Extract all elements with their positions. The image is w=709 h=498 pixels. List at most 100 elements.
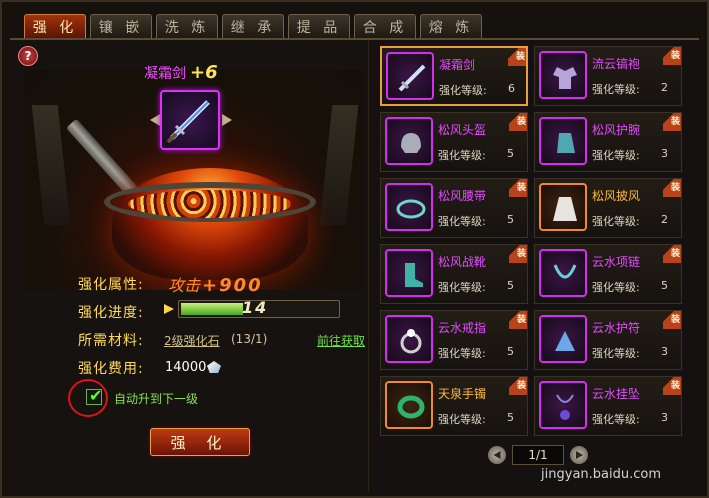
equipment-icon-frame bbox=[385, 381, 433, 429]
item-name: 凝霜剑 bbox=[144, 66, 186, 82]
equipment-name: 松风披风 bbox=[592, 189, 641, 203]
equip-badge-text: 装 bbox=[670, 117, 680, 127]
equipment-level-label: 强化等级: bbox=[438, 149, 486, 162]
equip-badge-text: 装 bbox=[516, 183, 526, 193]
equipment-level: 5 bbox=[507, 213, 514, 226]
equipment-icon-frame bbox=[385, 315, 433, 363]
equipment-level-label: 强化等级: bbox=[592, 347, 640, 360]
equipment-icon-frame bbox=[539, 51, 587, 99]
equip-badge: 装 bbox=[663, 113, 681, 131]
tab-0[interactable]: 强 化 bbox=[24, 14, 86, 38]
cape-icon bbox=[553, 197, 577, 221]
equip-badge-text: 装 bbox=[670, 381, 680, 391]
equipment-name: 天泉手镯 bbox=[438, 387, 487, 401]
pager: 1/1 bbox=[488, 444, 588, 466]
equipment-icon-frame bbox=[539, 183, 587, 231]
page-indicator: 1/1 bbox=[512, 445, 564, 465]
help-icon[interactable]: ? bbox=[18, 46, 38, 66]
equipment-slot[interactable]: 云水挂坠 强化等级: 3 装 bbox=[534, 376, 682, 436]
equipment-name: 云水挂坠 bbox=[592, 387, 641, 401]
equipment-slot[interactable]: 天泉手镯强化等级: 5 装 bbox=[380, 376, 528, 436]
equip-badge-text: 装 bbox=[670, 315, 680, 325]
equipment-level-label: 强化等级: bbox=[438, 413, 486, 426]
auto-upgrade-checkbox[interactable]: ✔ bbox=[86, 386, 102, 405]
equipment-slot[interactable]: 松风腰带强化等级: 5 装 bbox=[380, 178, 528, 238]
boots-icon bbox=[405, 263, 423, 287]
forge-window: 强 化镶 嵌洗 炼继 承提 品合 成熔 炼 ? 凝霜剑 +6 强化属性: 攻击 … bbox=[0, 0, 709, 498]
equip-badge: 装 bbox=[663, 377, 681, 395]
tab-3[interactable]: 继 承 bbox=[222, 14, 284, 38]
next-page-button[interactable] bbox=[570, 446, 588, 464]
equip-badge: 装 bbox=[663, 47, 681, 65]
equipment-name: 松风护腕 bbox=[592, 123, 641, 137]
equipment-slot[interactable]: 云水戒指 强化等级: 5 装 bbox=[380, 310, 528, 370]
attr-label: 强化属性: bbox=[78, 277, 144, 293]
cost-label: 强化费用: bbox=[78, 361, 144, 377]
sword-icon bbox=[398, 64, 426, 92]
equip-badge: 装 bbox=[509, 311, 527, 329]
equip-badge-text: 装 bbox=[516, 249, 526, 259]
tab-6[interactable]: 熔 炼 bbox=[420, 14, 482, 38]
enhance-button[interactable]: 强 化 bbox=[150, 428, 250, 456]
tab-4[interactable]: 提 品 bbox=[288, 14, 350, 38]
item-slot[interactable] bbox=[160, 90, 220, 150]
equipment-slot[interactable]: 云水项链 强化等级: 5 装 bbox=[534, 244, 682, 304]
item-title: 凝霜剑 +6 bbox=[144, 62, 218, 83]
fetch-link[interactable]: 前往获取 bbox=[317, 332, 365, 349]
watermark: jingyan.baidu.com bbox=[541, 467, 661, 482]
equip-badge: 装 bbox=[509, 113, 527, 131]
equipment-icon-frame bbox=[539, 315, 587, 363]
equipment-icon-frame bbox=[539, 249, 587, 297]
equipment-level-label: 强化等级: bbox=[592, 83, 640, 96]
equipment-level-label: 强化等级: bbox=[438, 281, 486, 294]
cost-value: 14000 bbox=[165, 360, 207, 375]
equip-badge: 装 bbox=[508, 48, 526, 66]
equipment-slot[interactable]: 松风披风 强化等级: 2 装 bbox=[534, 178, 682, 238]
equipment-slot[interactable]: 松风战靴强化等级: 5 装 bbox=[380, 244, 528, 304]
equipment-slot[interactable]: 凝霜剑 强化等级: 6 装 bbox=[380, 46, 528, 106]
pillar-right bbox=[319, 105, 359, 225]
material-link[interactable]: 2级强化石 bbox=[164, 332, 220, 349]
equip-badge-text: 装 bbox=[516, 381, 526, 391]
pillar-left bbox=[31, 105, 71, 225]
equipment-level-label: 强化等级: bbox=[438, 215, 486, 228]
burning-coals bbox=[128, 190, 292, 218]
equip-badge-text: 装 bbox=[670, 249, 680, 259]
equipment-name: 云水戒指 bbox=[438, 321, 487, 335]
belt-icon bbox=[396, 199, 426, 219]
equip-badge-text: 装 bbox=[515, 52, 525, 62]
equipment-slot[interactable]: 松风头盔 强化等级: 5 装 bbox=[380, 112, 528, 172]
tab-5[interactable]: 合 成 bbox=[354, 14, 416, 38]
material-label: 所需材料: bbox=[78, 333, 144, 349]
equipment-slot[interactable]: 流云镐袍 强化等级: 2 装 bbox=[534, 46, 682, 106]
equip-badge: 装 bbox=[663, 245, 681, 263]
equip-badge-text: 装 bbox=[670, 51, 680, 61]
equip-badge-text: 装 bbox=[516, 117, 526, 127]
equipment-level: 5 bbox=[507, 279, 514, 292]
equipment-level: 3 bbox=[661, 345, 668, 358]
equipment-level-label: 强化等级: bbox=[592, 281, 640, 294]
equipment-icon-frame bbox=[385, 249, 433, 297]
equipment-level: 5 bbox=[507, 411, 514, 424]
equip-badge: 装 bbox=[509, 245, 527, 263]
bracelet-icon bbox=[397, 395, 425, 419]
equipment-name: 松风战靴 bbox=[438, 255, 487, 269]
equipment-name: 云水护符 bbox=[592, 321, 641, 335]
equip-badge-text: 装 bbox=[670, 183, 680, 193]
progress-fill bbox=[181, 303, 243, 315]
equip-badge: 装 bbox=[663, 311, 681, 329]
prev-page-button[interactable] bbox=[488, 446, 506, 464]
equipment-level: 2 bbox=[661, 213, 668, 226]
equipment-slot[interactable]: 松风护腕 强化等级: 3 装 bbox=[534, 112, 682, 172]
tab-1[interactable]: 镶 嵌 bbox=[90, 14, 152, 38]
equipment-level-label: 强化等级: bbox=[439, 84, 487, 97]
equip-badge: 装 bbox=[509, 377, 527, 395]
equipment-name: 松风腰带 bbox=[438, 189, 487, 203]
equipment-slot[interactable]: 云水护符强化等级: 3 装 bbox=[534, 310, 682, 370]
tab-2[interactable]: 洗 炼 bbox=[156, 14, 218, 38]
equipment-icon-frame bbox=[386, 52, 434, 100]
progress-value: 14 bbox=[242, 298, 269, 317]
helmet-icon bbox=[401, 133, 421, 153]
item-plus: +6 bbox=[190, 62, 218, 83]
equip-badge: 装 bbox=[509, 179, 527, 197]
